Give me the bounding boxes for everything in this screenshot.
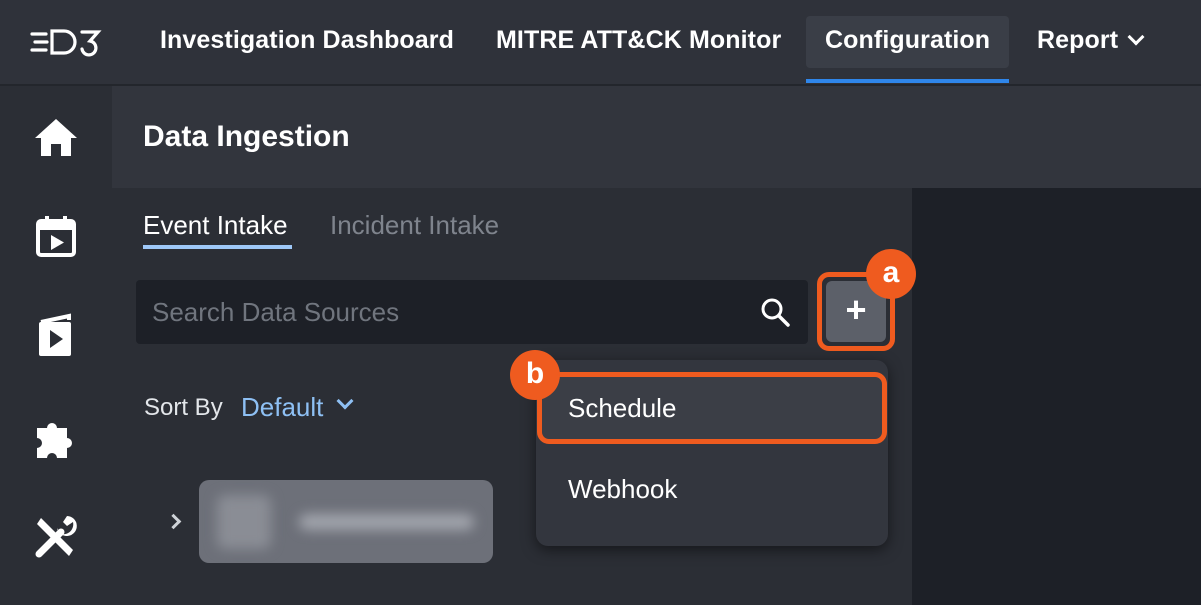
calendar-play-icon[interactable] bbox=[33, 213, 79, 259]
add-source-menu: Schedule Webhook bbox=[536, 360, 888, 546]
chevron-down-icon bbox=[1127, 28, 1145, 46]
data-source-name-redacted bbox=[299, 514, 474, 530]
playbook-icon[interactable] bbox=[33, 312, 79, 358]
page-title: Data Ingestion bbox=[143, 120, 350, 153]
nav-report[interactable]: Report bbox=[1037, 26, 1145, 55]
tools-icon[interactable] bbox=[33, 514, 79, 560]
menu-item-webhook[interactable]: Webhook bbox=[536, 451, 888, 527]
nav-investigation-dashboard[interactable]: Investigation Dashboard bbox=[160, 26, 454, 55]
nav-report-label: Report bbox=[1037, 26, 1119, 54]
home-icon[interactable] bbox=[33, 114, 79, 160]
annotation-badge-b: b bbox=[510, 350, 560, 400]
tab-event-intake[interactable]: Event Intake bbox=[143, 210, 288, 241]
search-icon[interactable] bbox=[759, 296, 791, 328]
nav-mitre-attack-monitor[interactable]: MITRE ATT&CK Monitor bbox=[496, 26, 781, 55]
search-input[interactable] bbox=[152, 294, 742, 330]
sidebar bbox=[0, 86, 112, 605]
detail-area bbox=[912, 188, 1201, 605]
puzzle-icon[interactable] bbox=[33, 414, 79, 460]
top-navbar: Investigation Dashboard MITRE ATT&CK Mon… bbox=[0, 0, 1201, 86]
tab-active-underline bbox=[143, 245, 292, 249]
d3-logo[interactable] bbox=[30, 27, 116, 57]
menu-item-schedule[interactable]: Schedule bbox=[537, 372, 887, 444]
search-box bbox=[136, 280, 808, 344]
nav-active-underline bbox=[806, 79, 1009, 83]
sort-by-label: Sort By bbox=[144, 394, 223, 421]
sort-by-dropdown[interactable]: Default bbox=[241, 392, 323, 423]
tab-incident-intake[interactable]: Incident Intake bbox=[330, 210, 499, 241]
data-source-item-redacted[interactable] bbox=[199, 480, 493, 563]
data-source-avatar bbox=[217, 495, 271, 549]
annotation-badge-a: a bbox=[866, 249, 916, 299]
nav-configuration[interactable]: Configuration bbox=[825, 26, 990, 55]
